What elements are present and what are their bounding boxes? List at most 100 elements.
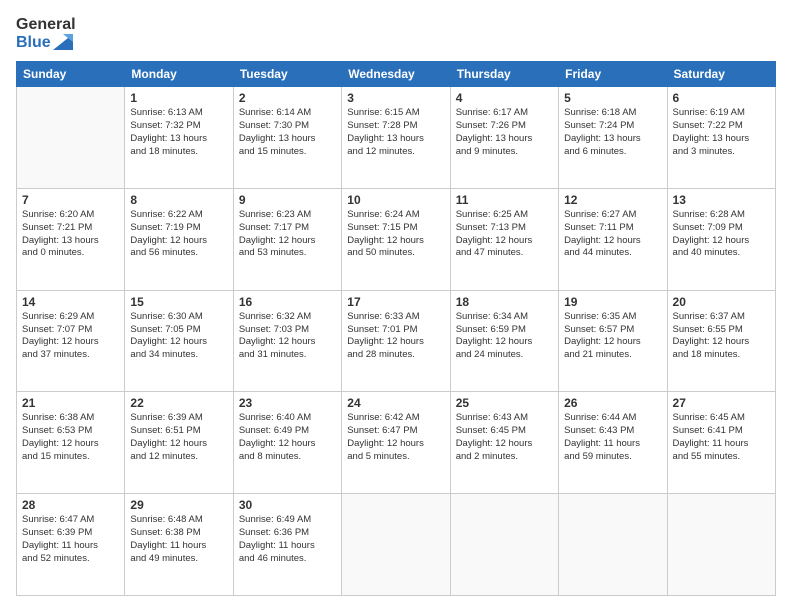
day-info: Sunrise: 6:37 AMSunset: 6:55 PMDaylight:… <box>673 311 770 362</box>
logo-general: General <box>16 16 76 34</box>
calendar-cell: 24 Sunrise: 6:42 AMSunset: 6:47 PMDayligh… <box>342 392 450 494</box>
calendar-cell: 23Sunrise: 6:40 AMSunset: 6:49 PMDayligh… <box>233 392 341 494</box>
day-info: Sunrise: 6:22 AMSunset: 7:19 PMDaylight:… <box>130 209 227 260</box>
calendar-cell: 20 Sunrise: 6:37 AMSunset: 6:55 PMDayligh… <box>667 290 775 392</box>
day-number: 22 <box>130 396 227 410</box>
day-number: 29 <box>130 498 227 512</box>
day-number: 7 <box>22 193 119 207</box>
day-info: Sunrise: 6:44 AMSunset: 6:43 PMDaylight:… <box>564 412 661 463</box>
calendar-cell: 22 Sunrise: 6:39 AMSunset: 6:51 PMDayligh… <box>125 392 233 494</box>
day-info: Sunrise: 6:28 AMSunset: 7:09 PMDaylight:… <box>673 209 770 260</box>
weekday-header: Monday <box>125 62 233 87</box>
calendar-cell <box>667 494 775 596</box>
day-info: Sunrise: 6:47 AMSunset: 6:39 PMDaylight:… <box>22 514 119 565</box>
day-number: 25 <box>456 396 553 410</box>
day-number: 6 <box>673 91 770 105</box>
calendar-cell: 19 Sunrise: 6:35 AMSunset: 6:57 PMDayligh… <box>559 290 667 392</box>
calendar-week-row: 28 Sunrise: 6:47 AMSunset: 6:39 PMDayligh… <box>17 494 776 596</box>
day-info: Sunrise: 6:39 AMSunset: 6:51 PMDaylight:… <box>130 412 227 463</box>
day-number: 3 <box>347 91 444 105</box>
day-number: 13 <box>673 193 770 207</box>
calendar-cell: 28 Sunrise: 6:47 AMSunset: 6:39 PMDayligh… <box>17 494 125 596</box>
day-number: 30 <box>239 498 336 512</box>
day-info: Sunrise: 6:15 AMSunset: 7:28 PMDaylight:… <box>347 107 444 158</box>
calendar-cell: 6Sunrise: 6:19 AMSunset: 7:22 PMDaylight… <box>667 87 775 189</box>
calendar-cell: 3 Sunrise: 6:15 AMSunset: 7:28 PMDaylight… <box>342 87 450 189</box>
calendar-cell: 7 Sunrise: 6:20 AMSunset: 7:21 PMDaylight… <box>17 188 125 290</box>
day-number: 10 <box>347 193 444 207</box>
day-info: Sunrise: 6:48 AMSunset: 6:38 PMDaylight:… <box>130 514 227 565</box>
logo: General Blue <box>16 16 76 51</box>
day-number: 1 <box>130 91 227 105</box>
calendar-cell: 21Sunrise: 6:38 AMSunset: 6:53 PMDayligh… <box>17 392 125 494</box>
calendar-header-row: SundayMondayTuesdayWednesdayThursdayFrid… <box>17 62 776 87</box>
calendar-cell <box>342 494 450 596</box>
calendar-week-row: 1 Sunrise: 6:13 AMSunset: 7:32 PMDaylight… <box>17 87 776 189</box>
weekday-header: Wednesday <box>342 62 450 87</box>
calendar-cell: 8Sunrise: 6:22 AMSunset: 7:19 PMDaylight… <box>125 188 233 290</box>
day-info: Sunrise: 6:27 AMSunset: 7:11 PMDaylight:… <box>564 209 661 260</box>
weekday-header: Friday <box>559 62 667 87</box>
calendar-cell: 29 Sunrise: 6:48 AMSunset: 6:38 PMDayligh… <box>125 494 233 596</box>
calendar-cell: 10 Sunrise: 6:24 AMSunset: 7:15 PMDayligh… <box>342 188 450 290</box>
calendar-week-row: 7 Sunrise: 6:20 AMSunset: 7:21 PMDaylight… <box>17 188 776 290</box>
day-info: Sunrise: 6:49 AMSunset: 6:36 PMDaylight:… <box>239 514 336 565</box>
day-info: Sunrise: 6:17 AMSunset: 7:26 PMDaylight:… <box>456 107 553 158</box>
day-info: Sunrise: 6:23 AMSunset: 7:17 PMDaylight:… <box>239 209 336 260</box>
day-number: 21 <box>22 396 119 410</box>
calendar-cell: 11 Sunrise: 6:25 AMSunset: 7:13 PMDayligh… <box>450 188 558 290</box>
day-number: 15 <box>130 295 227 309</box>
calendar-week-row: 21Sunrise: 6:38 AMSunset: 6:53 PMDayligh… <box>17 392 776 494</box>
day-number: 11 <box>456 193 553 207</box>
calendar-cell: 18Sunrise: 6:34 AMSunset: 6:59 PMDayligh… <box>450 290 558 392</box>
day-info: Sunrise: 6:24 AMSunset: 7:15 PMDaylight:… <box>347 209 444 260</box>
day-info: Sunrise: 6:25 AMSunset: 7:13 PMDaylight:… <box>456 209 553 260</box>
day-number: 28 <box>22 498 119 512</box>
page: General Blue SundayMondayTuesdayWednesda… <box>0 0 792 612</box>
calendar-cell: 15 Sunrise: 6:30 AMSunset: 7:05 PMDayligh… <box>125 290 233 392</box>
header: General Blue <box>16 16 776 51</box>
calendar-cell: 30 Sunrise: 6:49 AMSunset: 6:36 PMDayligh… <box>233 494 341 596</box>
day-info: Sunrise: 6:43 AMSunset: 6:45 PMDaylight:… <box>456 412 553 463</box>
day-info: Sunrise: 6:20 AMSunset: 7:21 PMDaylight:… <box>22 209 119 260</box>
day-info: Sunrise: 6:29 AMSunset: 7:07 PMDaylight:… <box>22 311 119 362</box>
weekday-header: Thursday <box>450 62 558 87</box>
calendar-cell: 12 Sunrise: 6:27 AMSunset: 7:11 PMDayligh… <box>559 188 667 290</box>
day-info: Sunrise: 6:45 AMSunset: 6:41 PMDaylight:… <box>673 412 770 463</box>
calendar-cell <box>450 494 558 596</box>
day-number: 12 <box>564 193 661 207</box>
day-number: 17 <box>347 295 444 309</box>
calendar-cell: 5 Sunrise: 6:18 AMSunset: 7:24 PMDaylight… <box>559 87 667 189</box>
weekday-header: Sunday <box>17 62 125 87</box>
calendar-cell: 13 Sunrise: 6:28 AMSunset: 7:09 PMDayligh… <box>667 188 775 290</box>
day-number: 9 <box>239 193 336 207</box>
weekday-header: Saturday <box>667 62 775 87</box>
day-info: Sunrise: 6:30 AMSunset: 7:05 PMDaylight:… <box>130 311 227 362</box>
day-info: Sunrise: 6:13 AMSunset: 7:32 PMDaylight:… <box>130 107 227 158</box>
calendar-cell: 17 Sunrise: 6:33 AMSunset: 7:01 PMDayligh… <box>342 290 450 392</box>
calendar-cell: 27 Sunrise: 6:45 AMSunset: 6:41 PMDayligh… <box>667 392 775 494</box>
day-number: 26 <box>564 396 661 410</box>
calendar-cell: 26 Sunrise: 6:44 AMSunset: 6:43 PMDayligh… <box>559 392 667 494</box>
day-number: 19 <box>564 295 661 309</box>
day-info: Sunrise: 6:14 AMSunset: 7:30 PMDaylight:… <box>239 107 336 158</box>
day-info: Sunrise: 6:35 AMSunset: 6:57 PMDaylight:… <box>564 311 661 362</box>
day-number: 2 <box>239 91 336 105</box>
day-number: 20 <box>673 295 770 309</box>
logo-blue: Blue <box>16 34 76 52</box>
day-number: 5 <box>564 91 661 105</box>
day-number: 4 <box>456 91 553 105</box>
day-info: Sunrise: 6:42 AMSunset: 6:47 PMDaylight:… <box>347 412 444 463</box>
calendar-cell: 16Sunrise: 6:32 AMSunset: 7:03 PMDayligh… <box>233 290 341 392</box>
day-number: 18 <box>456 295 553 309</box>
calendar-cell: 2 Sunrise: 6:14 AMSunset: 7:30 PMDaylight… <box>233 87 341 189</box>
calendar-table: SundayMondayTuesdayWednesdayThursdayFrid… <box>16 61 776 596</box>
day-number: 14 <box>22 295 119 309</box>
day-number: 24 <box>347 396 444 410</box>
day-info: Sunrise: 6:18 AMSunset: 7:24 PMDaylight:… <box>564 107 661 158</box>
day-number: 27 <box>673 396 770 410</box>
day-info: Sunrise: 6:33 AMSunset: 7:01 PMDaylight:… <box>347 311 444 362</box>
calendar-cell <box>17 87 125 189</box>
calendar-cell: 4 Sunrise: 6:17 AMSunset: 7:26 PMDaylight… <box>450 87 558 189</box>
calendar-cell: 1 Sunrise: 6:13 AMSunset: 7:32 PMDaylight… <box>125 87 233 189</box>
